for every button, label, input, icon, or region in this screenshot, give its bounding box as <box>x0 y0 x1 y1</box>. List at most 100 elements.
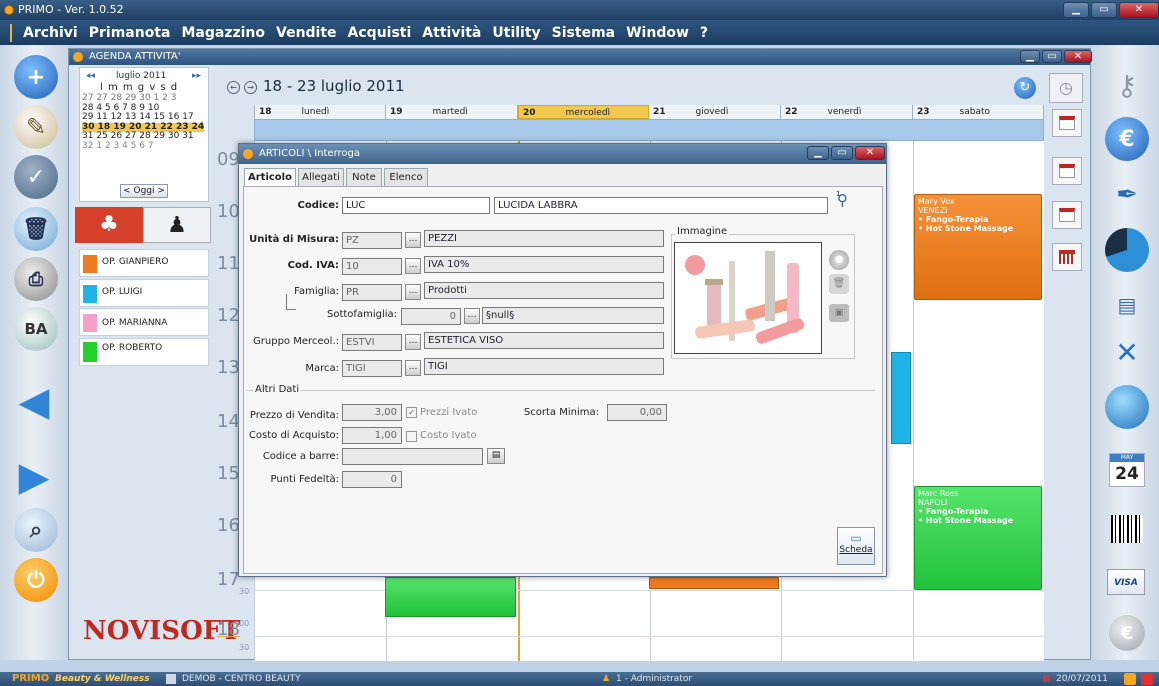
image-load-icon[interactable]: ● <box>829 250 849 270</box>
tab-elenco[interactable]: Elenco <box>384 168 428 186</box>
sottofamiglia-lookup-button[interactable]: … <box>464 308 480 324</box>
dialog-close-button[interactable]: ✕ <box>855 146 885 160</box>
image-delete-icon[interactable]: 🗑 <box>829 274 849 294</box>
menu-utility[interactable]: Utility <box>492 25 540 41</box>
agenda-maximize-button[interactable]: ▭ <box>1042 50 1062 63</box>
status-info-icon[interactable] <box>1124 673 1136 685</box>
pie-chart-icon[interactable] <box>1105 228 1149 272</box>
calendar-week-icon[interactable] <box>1052 157 1082 185</box>
globe-icon[interactable] <box>1105 385 1149 429</box>
event-marc-ross[interactable]: Marc Ross NAPOLI • Fango-Terapia • Hot S… <box>914 486 1042 590</box>
today-button[interactable]: < Oggi > <box>120 184 168 198</box>
gruppo-code-input[interactable]: ESTVI <box>342 334 402 351</box>
menu-vendite[interactable]: Vendite <box>276 25 337 41</box>
dialog-maximize-button[interactable]: ▭ <box>831 146 853 160</box>
minimize-button[interactable]: ▁ <box>1063 2 1089 18</box>
confirm-icon[interactable]: ✓ <box>14 155 58 199</box>
arrow-left-icon[interactable]: ◀ <box>12 379 56 425</box>
maximize-button[interactable]: ▭ <box>1091 2 1117 18</box>
search-icon[interactable]: ⌕ <box>14 508 58 552</box>
prezzi-ivato-checkbox[interactable]: ✓ <box>406 407 417 418</box>
menu-attivita[interactable]: Attività <box>422 25 481 41</box>
week-next-icon[interactable]: → <box>244 81 257 94</box>
barcode-icon[interactable] <box>1111 515 1143 543</box>
barcode-button[interactable]: ▤ <box>487 448 505 464</box>
menu-window[interactable]: Window <box>626 25 689 41</box>
iva-lookup-button[interactable]: … <box>405 258 421 274</box>
menu-primanota[interactable]: Primanota <box>89 25 171 41</box>
menu-archivi[interactable]: Archivi <box>23 25 78 41</box>
operator-item[interactable]: OP. MARIANNA <box>79 308 209 336</box>
agenda-minimize-button[interactable]: ▁ <box>1020 50 1040 63</box>
image-view-icon[interactable]: ▣ <box>829 304 849 322</box>
day-header[interactable]: 23 sabato <box>913 105 1044 119</box>
day-header[interactable]: 22 venerdì <box>781 105 913 119</box>
calendar-icon[interactable]: MAY 24 <box>1109 453 1145 487</box>
calendar-day-icon[interactable] <box>1052 109 1082 137</box>
day-header[interactable]: 21 giovedì <box>649 105 781 119</box>
power-icon[interactable]: ⏻ <box>14 558 58 602</box>
codice-input[interactable]: LUC <box>342 197 490 214</box>
visa-card-icon[interactable]: VISA <box>1107 569 1145 595</box>
barre-input[interactable] <box>342 448 483 465</box>
add-icon[interactable]: + <box>14 55 58 99</box>
dialog-minimize-button[interactable]: ▁ <box>807 146 829 160</box>
euro-grey-icon[interactable]: € <box>1109 615 1145 651</box>
day-header[interactable]: 19 martedì <box>386 105 518 119</box>
mini-next-icon[interactable]: ▸▸ <box>192 72 201 81</box>
gruppo-lookup-button[interactable]: … <box>405 334 421 350</box>
week-prev-icon[interactable]: ← <box>227 81 240 94</box>
marca-lookup-button[interactable]: … <box>405 360 421 376</box>
scorta-input[interactable]: 0,00 <box>607 404 667 421</box>
event-block-green[interactable] <box>385 577 516 617</box>
menu-magazzino[interactable]: Magazzino <box>181 25 265 41</box>
arrow-right-icon[interactable]: ▶ <box>12 454 56 500</box>
event-mary-vox[interactable]: Mary Vox VENEZI • Fango-Terapia • Hot St… <box>914 194 1042 300</box>
costo-ivato-checkbox[interactable] <box>406 431 417 442</box>
operator-item[interactable]: OP. ROBERTO <box>79 338 209 366</box>
famiglia-code-input[interactable]: PR <box>342 284 402 301</box>
euro-icon[interactable]: € <box>1105 117 1149 161</box>
tab-articolo[interactable]: Articolo <box>244 168 296 187</box>
day-header[interactable]: 18 lunedì <box>254 105 386 119</box>
tab-allegati[interactable]: Allegati <box>298 168 344 186</box>
marca-code-input[interactable]: TIGI <box>342 360 402 377</box>
refresh-icon[interactable]: ↻ <box>1014 77 1036 99</box>
descrizione-input[interactable]: LUCIDA LABBRA <box>494 197 828 214</box>
menu-acquisti[interactable]: Acquisti <box>348 25 412 41</box>
key-icon[interactable]: ⚷ <box>1105 63 1149 107</box>
trash-icon[interactable]: 🗑 <box>14 207 58 251</box>
operator-item[interactable]: OP. LUIGI <box>79 279 209 307</box>
close-button[interactable]: ✕ <box>1119 2 1159 18</box>
punti-input[interactable]: 0 <box>342 471 402 488</box>
um-lookup-button[interactable]: … <box>405 232 421 248</box>
translate-icon[interactable]: BA <box>14 307 58 351</box>
edit-icon[interactable]: ✎ <box>14 105 58 149</box>
event-block-blue[interactable] <box>891 352 911 444</box>
calendar-month-icon[interactable] <box>1052 243 1082 271</box>
tools-icon[interactable]: ✕ <box>1105 330 1149 374</box>
day-header-today[interactable]: 20 mercoledì <box>518 105 649 119</box>
tab-note[interactable]: Note <box>346 168 382 186</box>
contacts-icon[interactable]: ▤ <box>1105 283 1149 327</box>
scheda-button[interactable]: ▭ Scheda <box>837 527 875 565</box>
operator-item[interactable]: OP. GIANPIERO <box>79 249 209 277</box>
iva-code-input[interactable]: 10 <box>342 258 402 275</box>
agenda-close-button[interactable]: ✕ <box>1064 50 1092 63</box>
all-day-row[interactable] <box>254 119 1044 141</box>
calendar-workweek-icon[interactable] <box>1052 201 1082 229</box>
print-icon[interactable]: ⎙ <box>14 257 58 301</box>
single-operator-icon[interactable]: ♟ <box>143 207 211 243</box>
pen-icon[interactable]: ✒ <box>1105 173 1149 217</box>
menu-sistema[interactable]: Sistema <box>552 25 615 41</box>
clock-icon[interactable]: ◷ <box>1049 73 1083 103</box>
famiglia-lookup-button[interactable]: … <box>405 284 421 300</box>
event-block-orange[interactable] <box>649 577 779 589</box>
prezzo-input[interactable]: 3,00 <box>342 404 402 421</box>
um-code-input[interactable]: PZ <box>342 232 402 249</box>
menu-help[interactable]: ? <box>700 25 708 41</box>
status-alert-icon[interactable] <box>1141 673 1153 685</box>
group-operators-icon[interactable]: ♣ <box>75 207 143 243</box>
mini-row[interactable]: 32 1 2 3 4 5 6 7 <box>82 141 204 152</box>
costo-input[interactable]: 1,00 <box>342 427 402 444</box>
